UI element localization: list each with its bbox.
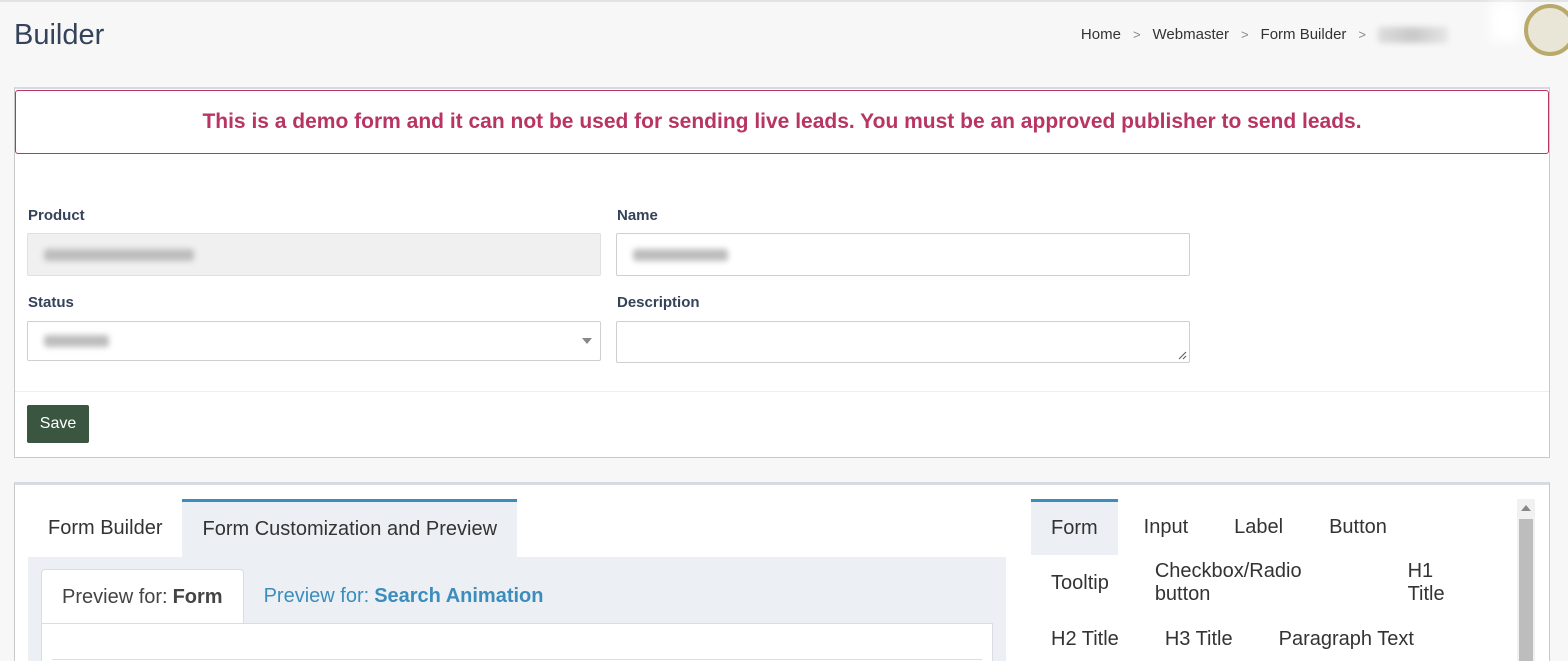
breadcrumb-form-builder[interactable]: Form Builder bbox=[1261, 26, 1347, 43]
preview-form-prefix: Preview for: bbox=[62, 585, 168, 608]
avatar[interactable] bbox=[1524, 4, 1568, 56]
name-field[interactable] bbox=[616, 233, 1190, 276]
preview-panel bbox=[41, 623, 993, 661]
product-field bbox=[27, 233, 601, 276]
demo-alert: This is a demo form and it can not be us… bbox=[15, 90, 1549, 154]
breadcrumb: Home > Webmaster > Form Builder > bbox=[1081, 26, 1448, 43]
scroll-up-icon[interactable] bbox=[1521, 505, 1531, 511]
tab-form-customization[interactable]: Form Customization and Preview bbox=[182, 499, 518, 557]
save-button[interactable]: Save bbox=[27, 405, 89, 443]
tab-style-checkbox-radio[interactable]: Checkbox/Radio button bbox=[1135, 555, 1382, 611]
tab-style-input[interactable]: Input bbox=[1124, 499, 1208, 555]
breadcrumb-webmaster[interactable]: Webmaster bbox=[1153, 26, 1229, 43]
tab-style-h3[interactable]: H3 Title bbox=[1145, 611, 1253, 661]
tab-preview-form[interactable]: Preview for: Form bbox=[41, 569, 244, 624]
breadcrumb-separator: > bbox=[1132, 27, 1141, 42]
tab-style-button[interactable]: Button bbox=[1309, 499, 1407, 555]
main-tabs: Form Builder Form Customization and Prev… bbox=[28, 499, 1006, 557]
tab-form-builder[interactable]: Form Builder bbox=[28, 499, 182, 557]
description-textarea[interactable] bbox=[616, 321, 1190, 363]
preview-form-target: Form bbox=[172, 585, 223, 608]
name-label: Name bbox=[617, 207, 658, 224]
tab-style-paragraph[interactable]: Paragraph Text bbox=[1259, 611, 1434, 661]
breadcrumb-home[interactable]: Home bbox=[1081, 26, 1121, 43]
tab-style-label[interactable]: Label bbox=[1214, 499, 1303, 555]
style-tabs-row-3: H2 Title H3 Title Paragraph Text bbox=[1031, 611, 1501, 661]
breadcrumb-separator: > bbox=[1240, 27, 1249, 42]
product-value-redacted bbox=[44, 248, 194, 261]
breadcrumb-current-redacted bbox=[1378, 26, 1448, 43]
scrollbar[interactable] bbox=[1517, 499, 1535, 661]
form-divider bbox=[15, 391, 1549, 392]
preview-search-target: Search Animation bbox=[374, 585, 544, 607]
tab-style-form[interactable]: Form bbox=[1031, 499, 1118, 555]
style-tabs: Form Input Label Button Tooltip Checkbox… bbox=[1031, 499, 1501, 661]
tab-preview-search-animation[interactable]: Preview for: Search Animation bbox=[244, 569, 564, 624]
top-border bbox=[0, 0, 1568, 2]
status-value-redacted bbox=[44, 335, 109, 347]
tab-style-h2[interactable]: H2 Title bbox=[1031, 611, 1139, 661]
form-settings-card: This is a demo form and it can not be us… bbox=[14, 87, 1550, 458]
tab-style-tooltip[interactable]: Tooltip bbox=[1031, 555, 1129, 611]
page-title: Builder bbox=[14, 19, 105, 51]
style-tabs-row-1: Form Input Label Button bbox=[1031, 499, 1501, 555]
header-glow bbox=[1490, 2, 1520, 42]
breadcrumb-separator: > bbox=[1358, 27, 1366, 42]
resize-handle-icon[interactable] bbox=[1177, 350, 1187, 360]
preview-tabs: Preview for: Form Preview for: Search An… bbox=[41, 569, 993, 624]
chevron-down-icon bbox=[582, 338, 592, 344]
product-label: Product bbox=[28, 207, 85, 224]
status-label: Status bbox=[28, 294, 74, 311]
scroll-thumb[interactable] bbox=[1519, 519, 1533, 661]
demo-alert-text: This is a demo form and it can not be us… bbox=[202, 110, 1362, 133]
style-tabs-row-2: Tooltip Checkbox/Radio button H1 Title bbox=[1031, 555, 1501, 611]
preview-search-prefix: Preview for: bbox=[263, 585, 370, 607]
tab-style-h1[interactable]: H1 Title bbox=[1388, 555, 1495, 611]
builder-card: Form Builder Form Customization and Prev… bbox=[14, 482, 1550, 661]
status-select[interactable] bbox=[27, 321, 601, 361]
description-label: Description bbox=[617, 294, 700, 311]
name-value-redacted bbox=[633, 248, 728, 261]
